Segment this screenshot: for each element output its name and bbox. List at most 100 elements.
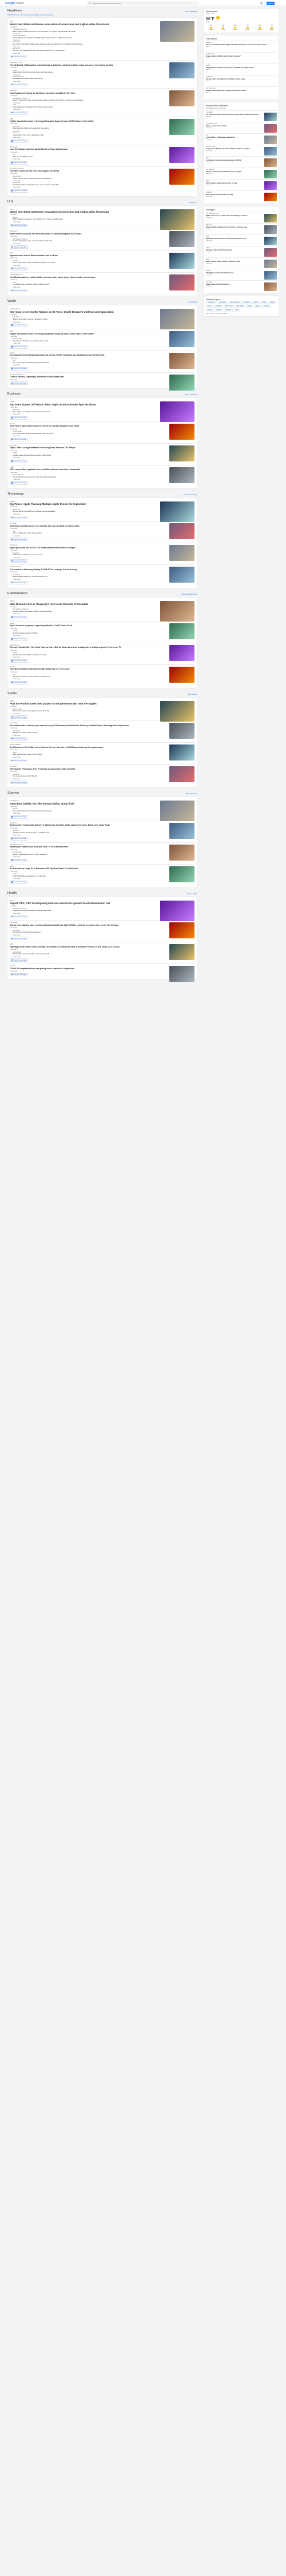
related-headline[interactable]: Researchers test a virus that outcompete… [13,953,150,955]
panel-item-headline[interactable]: Vaginally born babies more prone to COVI… [206,66,277,69]
story-image[interactable] [160,700,194,722]
related-headline[interactable]: UK watchdog issues record penalty for dr… [13,476,150,479]
story-source[interactable]: Rolling Stone [10,644,194,646]
related-headline[interactable]: Court ruling clears way for federal mora… [13,262,150,264]
full-coverage-button[interactable]: View Full Coverage [10,615,28,619]
story-headline[interactable]: How Brett Goldstein Became the Breakout … [10,668,153,670]
panel-item-headline[interactable]: Half of adults under 30 use TikTok for n… [206,260,262,262]
story-image[interactable] [160,501,194,522]
related-headline[interactable]: Broward board defies state mask ruling [13,78,150,80]
related-headline[interactable]: Gov. Kemp signs order blocking local man… [13,361,150,364]
full-coverage-button[interactable]: View Full Coverage [10,324,28,327]
story-source[interactable]: Space.com [10,822,194,824]
section-more-link[interactable]: More Health [188,893,197,895]
related-headline[interactable]: Richards steps down after podcast remark… [13,610,150,613]
full-coverage-button[interactable]: View Full Coverage [10,245,28,249]
story-source[interactable]: NASA [10,866,194,867]
story-image[interactable] [169,666,194,683]
weather-units-toggle[interactable]: Current · F/C [206,13,277,15]
story-image[interactable] [169,374,194,391]
related-headline[interactable]: Rumor: Apple to hold iPhone and Mac even… [13,511,150,513]
story-headline[interactable]: Astronomers 'Doomsday Glacier' is fighti… [10,824,153,826]
topic-chip[interactable]: Red Sox [214,309,224,312]
panel-item-headline[interactable]: The Taliban's Afghanistan, explained [206,136,262,138]
apps-grid-icon[interactable] [260,2,263,5]
story-headline[interactable]: Red Sox Issue Chris Sale to be finished … [10,746,153,748]
related-headline[interactable]: Early shipping begins for Z Fold 3 and Z… [13,576,150,578]
related-headline[interactable]: Snakes suddenly switch to a higher frequ… [13,853,150,856]
story-headline[interactable]: Tapes, After Losing Basketball Licensing… [10,447,153,449]
related-headline[interactable]: Reports say the couple is thrilled [13,632,150,635]
section-more-link[interactable]: More Science [186,793,197,795]
related-headline[interactable]: Israel boosts shots for over-40s as case… [13,340,150,343]
topic-chip[interactable]: Joe Biden [242,301,252,305]
full-coverage-button[interactable]: View Full Coverage [10,581,28,585]
panel-item[interactable]: Bloomberg How supply chains broke and why… [206,190,277,202]
story-headline[interactable]: Doctors are signing more on monoclonal a… [10,924,153,926]
story-image[interactable] [169,445,194,461]
topic-chip[interactable]: Israel [206,305,213,308]
panel-item[interactable]: Reuters Ukraine's Harvest Grain Bonanza 2 … [206,246,277,257]
topic-chip[interactable]: Patriots [206,309,214,312]
related-headline[interactable]: Roy Kent's creator on the surprise of se… [13,675,150,678]
panel-item-image[interactable] [264,181,277,190]
story-headline[interactable]: New England Is Facing Its 1st Direct Hur… [10,92,153,94]
panel-item-image[interactable] [264,170,277,178]
section-more-link[interactable]: More Entertainment [182,593,197,595]
story-headline[interactable]: Activision confirms all its core studios… [10,525,153,527]
topic-chip[interactable]: Coronavirus [206,301,217,305]
full-coverage-button[interactable]: View Full Coverage [10,915,28,919]
full-coverage-button[interactable]: View Full Coverage [10,345,28,349]
story-image[interactable] [169,723,194,739]
story-source[interactable]: CNBC [10,467,194,468]
story-headline[interactable]: An Asteroid as Large As A Mountain Will … [10,867,153,870]
panel-item[interactable]: Axios Half of adults under 30 use TikTok … [206,257,277,269]
story-source[interactable]: People [10,623,194,624]
related-headline[interactable]: Biden weighs deadline extension, with 10… [13,30,150,33]
story-source[interactable]: The Verge [10,445,194,447]
story-headline[interactable]: New York is about to be home to one of t… [10,425,153,427]
story-image[interactable] [169,866,194,882]
panel-item[interactable]: The Verge Apple's new Car Play features 3 … [206,280,277,292]
section-more-link[interactable]: More Technology [184,493,197,496]
panel-item[interactable]: Vox The Taliban's Afghanistan, explained 2… [206,133,277,145]
related-headline[interactable]: Regulators weigh data ahead of booster a… [13,910,150,912]
story-headline[interactable]: How the Patriots used their players in t… [10,702,153,705]
story-image[interactable] [169,62,194,79]
google-news-logo[interactable]: Google News [5,2,23,5]
story-source[interactable]: The Atlantic [10,146,194,148]
topic-chip[interactable]: Apple [253,305,261,308]
panel-item-headline[interactable]: Most workers want remote work to stay [206,182,262,184]
panel-item-headline[interactable]: Kids, screens and summer [206,125,262,127]
section-title[interactable]: Entertainment [7,592,27,595]
panel-item-headline[interactable]: Global heat is driving wildfire seasons … [206,170,262,173]
full-coverage-button[interactable]: View Full Coverage [10,111,28,115]
related-headline[interactable]: Sleepers to target in later rounds [13,732,150,734]
story-headline[interactable]: Georgia governor allows businesses to fo… [10,354,153,356]
story-source[interactable]: Sports Illustrated [10,744,194,746]
panel-item-image[interactable] [264,124,277,133]
story-source[interactable]: Reuters [10,423,194,425]
story-image[interactable] [160,801,194,822]
story-image[interactable] [169,523,194,540]
story-headline[interactable]: China's Vaccine Diplomacy Stumbles in So… [10,376,153,378]
panel-item-headline[interactable]: It's been a Terrible, Horrible, No Good … [206,113,262,116]
story-source[interactable]: NBC News [10,230,194,232]
panel-item[interactable]: The New Yorker A Reporter's Notebook on t… [206,145,277,156]
panel-item-image[interactable] [264,147,277,156]
full-coverage-button[interactable]: View Full Coverage [10,837,28,841]
story-image[interactable] [169,253,194,269]
panel-item[interactable]: Politico The fight over the debt limit re… [206,269,277,280]
story-image[interactable] [169,545,194,562]
story-headline[interactable]: UK's competition regulator fines anti-fl… [10,468,153,471]
section-title[interactable]: Business [7,392,21,396]
panel-item[interactable]: PolitiFact Video shows Delta Airline flig… [206,41,277,52]
full-coverage-button[interactable]: View Full Coverage [10,83,28,87]
related-headline[interactable]: Mac Jones continues strong preseason sho… [13,710,150,712]
story-image[interactable] [169,966,194,982]
topic-chip[interactable]: Florida [268,301,276,305]
related-headline[interactable]: Henri is forecast to make a rare landfal… [13,99,150,102]
related-headline[interactable]: Blue Origin sues NASA over lunar lander … [13,411,150,413]
full-coverage-button[interactable]: View Full Coverage [10,55,28,59]
story-headline[interactable]: Kylie Jenner is pregnant, expecting baby… [10,624,153,627]
